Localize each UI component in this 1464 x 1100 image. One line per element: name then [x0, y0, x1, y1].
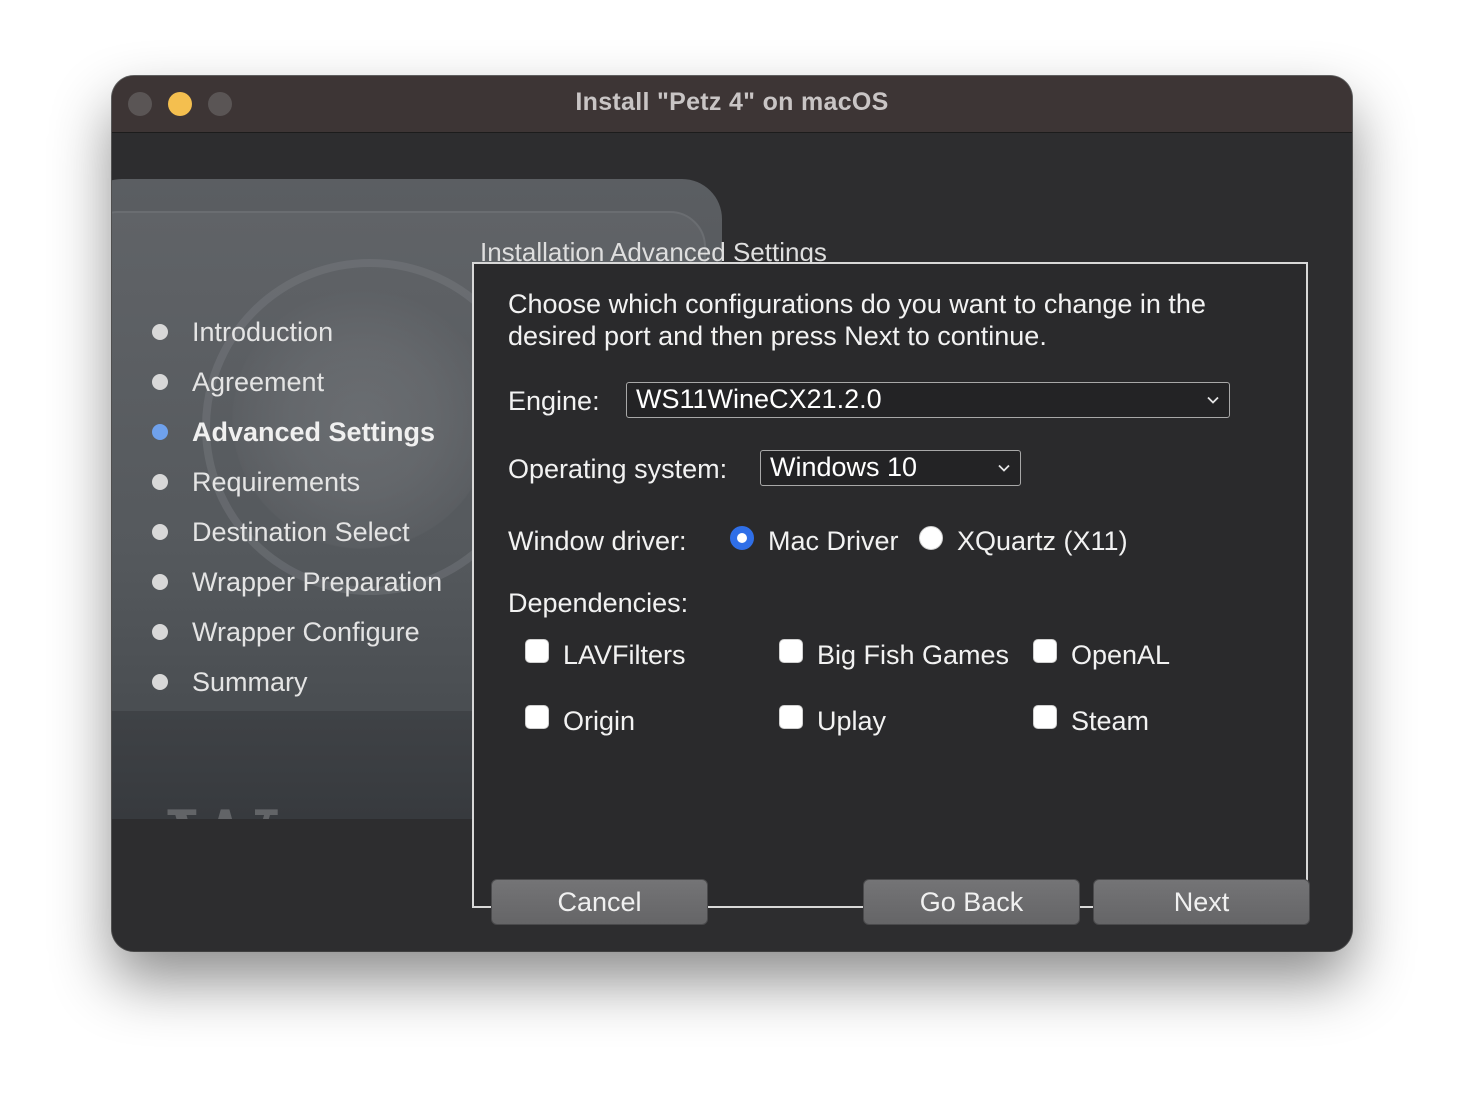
step-wrapper-configure: Wrapper Configure: [150, 607, 480, 657]
big-fish-games-label[interactable]: Big Fish Games: [817, 640, 1009, 671]
window-driver-label: Window driver:: [508, 526, 687, 556]
step-bullet-icon: [152, 324, 168, 340]
step-wrapper-preparation: Wrapper Preparation: [150, 557, 480, 607]
big-fish-games-checkbox[interactable]: [779, 639, 803, 663]
window-content: Wrapper Installation Advanced Settings I…: [112, 133, 1352, 951]
instructions-text: Choose which configurations do you want …: [508, 289, 1206, 351]
step-summary: Summary: [150, 657, 480, 707]
engine-select[interactable]: WS11WineCX21.2.0: [626, 382, 1230, 418]
settings-panel: Choose which configurations do you want …: [472, 262, 1308, 908]
uplay-label[interactable]: Uplay: [817, 706, 886, 737]
go-back-button[interactable]: Go Back: [863, 879, 1080, 925]
step-label: Destination Select: [192, 516, 410, 547]
window-title: Install "Petz 4" on macOS: [575, 88, 889, 116]
step-introduction: Introduction: [150, 307, 480, 357]
step-label: Advanced Settings: [192, 416, 436, 447]
step-label: Wrapper Preparation: [192, 566, 443, 597]
uplay-checkbox[interactable]: [779, 705, 803, 729]
xquartz-radio[interactable]: [919, 526, 943, 550]
steps-sidebar: Introduction Agreement Advanced Settings…: [150, 307, 480, 707]
step-destination-select: Destination Select: [150, 507, 480, 557]
os-select[interactable]: Windows 10: [760, 450, 1021, 486]
openal-checkbox[interactable]: [1033, 639, 1057, 663]
title-bar: Install "Petz 4" on macOS: [112, 76, 1352, 133]
step-label: Agreement: [192, 366, 325, 397]
lavfilters-checkbox[interactable]: [525, 639, 549, 663]
step-bullet-icon: [152, 524, 168, 540]
mac-driver-radio[interactable]: [730, 526, 754, 550]
step-label: Requirements: [192, 466, 361, 497]
openal-label[interactable]: OpenAL: [1071, 640, 1170, 671]
step-bullet-icon: [152, 374, 168, 390]
engine-label: Engine:: [508, 386, 600, 416]
step-bullet-icon: [152, 624, 168, 640]
step-bullet-icon: [152, 474, 168, 490]
step-label: Summary: [192, 666, 308, 697]
os-value: Windows 10: [770, 452, 918, 482]
chevron-down-icon: [998, 464, 1010, 472]
origin-label[interactable]: Origin: [563, 706, 635, 737]
xquartz-label[interactable]: XQuartz (X11): [957, 526, 1128, 557]
step-label: Wrapper Configure: [192, 616, 420, 647]
step-bullet-icon: [152, 424, 168, 440]
steam-checkbox[interactable]: [1033, 705, 1057, 729]
mac-driver-label[interactable]: Mac Driver: [768, 526, 899, 557]
step-bullet-icon: [152, 674, 168, 690]
installer-window: Install "Petz 4" on macOS Wrapper Instal…: [112, 76, 1352, 951]
steam-label[interactable]: Steam: [1071, 706, 1149, 737]
origin-checkbox[interactable]: [525, 705, 549, 729]
engine-value: WS11WineCX21.2.0: [636, 384, 882, 414]
step-bullet-icon: [152, 574, 168, 590]
step-agreement: Agreement: [150, 357, 480, 407]
next-button[interactable]: Next: [1093, 879, 1310, 925]
chevron-down-icon: [1207, 396, 1219, 404]
cancel-button[interactable]: Cancel: [491, 879, 708, 925]
dependencies-label: Dependencies:: [508, 588, 689, 618]
os-label: Operating system:: [508, 454, 728, 484]
step-label: Introduction: [192, 316, 334, 347]
step-requirements: Requirements: [150, 457, 480, 507]
lavfilters-label[interactable]: LAVFilters: [563, 640, 686, 671]
step-advanced-settings: Advanced Settings: [150, 407, 480, 457]
